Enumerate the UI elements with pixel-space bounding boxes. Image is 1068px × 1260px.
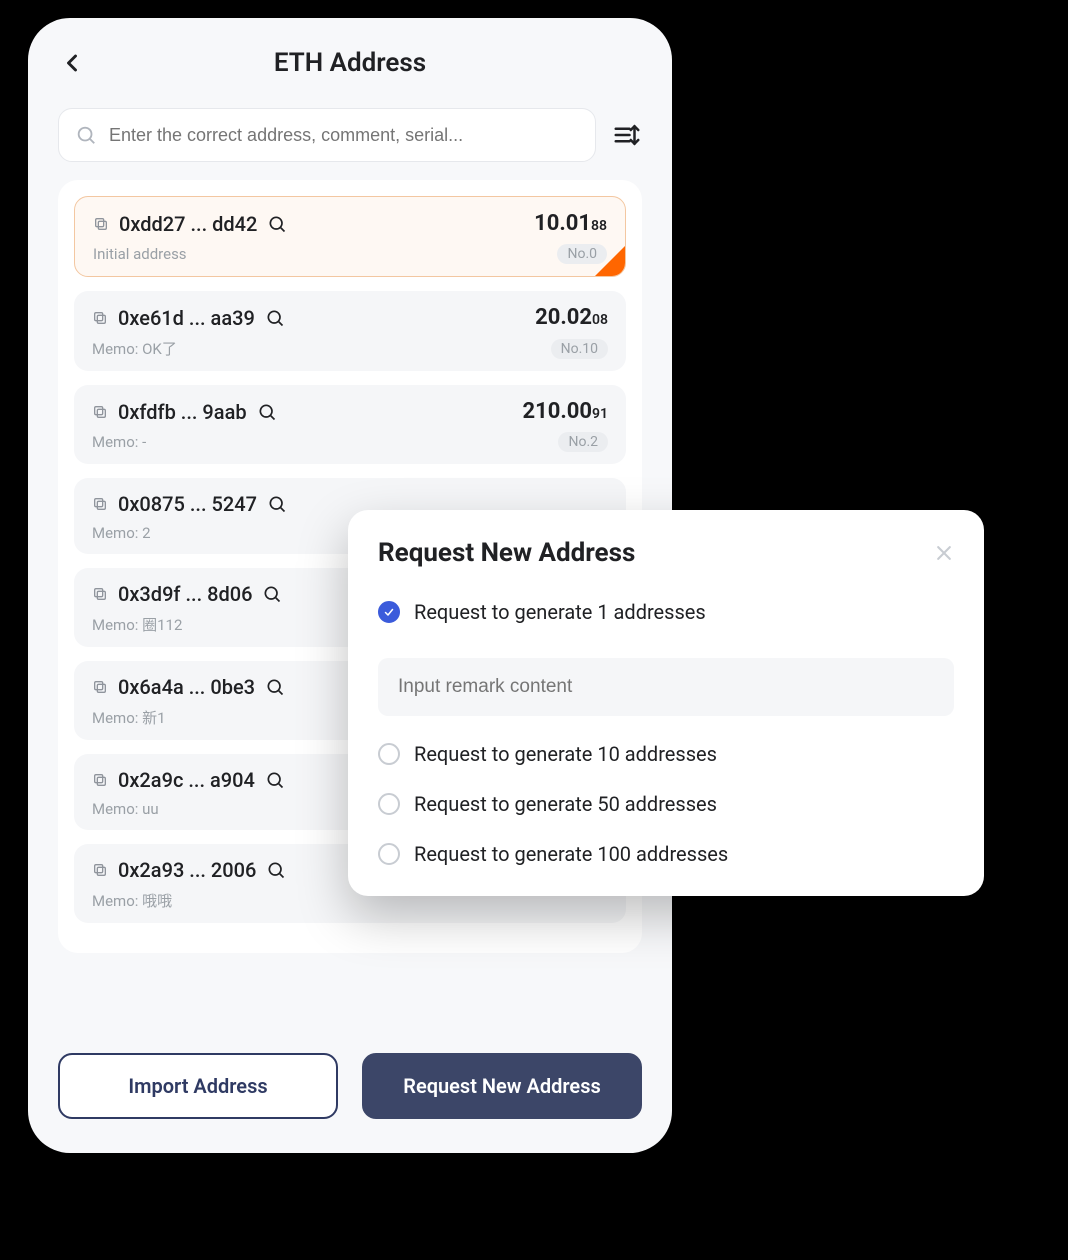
- magnifier-icon[interactable]: [267, 494, 287, 514]
- copy-icon[interactable]: [92, 310, 108, 326]
- address-text: 0x2a9c ... a904: [118, 768, 255, 792]
- memo-text: Memo: 圈112: [92, 614, 182, 635]
- modal-header: Request New Address: [378, 538, 954, 568]
- radio-option[interactable]: Request to generate 50 addresses: [378, 792, 954, 816]
- magnifier-icon[interactable]: [265, 677, 285, 697]
- copy-icon[interactable]: [92, 862, 108, 878]
- radio-option[interactable]: Request to generate 1 addresses: [378, 600, 954, 624]
- close-icon[interactable]: [934, 543, 954, 563]
- back-icon[interactable]: [58, 49, 86, 77]
- topbar: ETH Address: [28, 18, 672, 108]
- sort-icon[interactable]: [612, 120, 642, 150]
- copy-icon[interactable]: [92, 404, 108, 420]
- address-card[interactable]: 0xfdfb ... 9aab 210.0091 Memo: - No.2: [74, 385, 626, 464]
- address-text: 0x0875 ... 5247: [118, 492, 257, 516]
- radio-label: Request to generate 10 addresses: [414, 742, 717, 766]
- balance: 210.0091: [523, 399, 609, 424]
- radio-label: Request to generate 1 addresses: [414, 600, 706, 624]
- address-text: 0xdd27 ... dd42: [119, 212, 257, 236]
- memo-text: Memo: 新1: [92, 707, 166, 728]
- memo-text: Memo: 2: [92, 524, 151, 542]
- address-text: 0xe61d ... aa39: [118, 306, 255, 330]
- radio-unchecked-icon[interactable]: [378, 743, 400, 765]
- copy-icon[interactable]: [92, 772, 108, 788]
- selected-corner-icon: [595, 246, 625, 276]
- import-address-button[interactable]: Import Address: [58, 1053, 338, 1119]
- magnifier-icon[interactable]: [265, 770, 285, 790]
- page-title: ETH Address: [28, 48, 672, 78]
- address-text: 0x3d9f ... 8d06: [118, 582, 252, 606]
- balance: 10.0188: [534, 211, 607, 236]
- index-badge: No.10: [551, 339, 608, 359]
- radio-label: Request to generate 100 addresses: [414, 842, 728, 866]
- request-new-address-button[interactable]: Request New Address: [362, 1053, 642, 1119]
- magnifier-icon[interactable]: [267, 214, 287, 234]
- search-row: [28, 108, 672, 180]
- copy-icon[interactable]: [92, 679, 108, 695]
- search-input[interactable]: [109, 125, 579, 146]
- modal-title: Request New Address: [378, 538, 635, 568]
- remark-input[interactable]: [378, 658, 954, 716]
- memo-text: Memo: OK了: [92, 338, 177, 359]
- radio-unchecked-icon[interactable]: [378, 793, 400, 815]
- search-icon: [75, 124, 97, 146]
- address-text: 0x6a4a ... 0be3: [118, 675, 255, 699]
- copy-icon[interactable]: [92, 496, 108, 512]
- request-new-address-modal: Request New Address Request to generate …: [348, 510, 984, 896]
- address-text: 0x2a93 ... 2006: [118, 858, 256, 882]
- address-card[interactable]: 0xe61d ... aa39 20.0208 Memo: OK了 No.10: [74, 291, 626, 371]
- magnifier-icon[interactable]: [265, 308, 285, 328]
- radio-option[interactable]: Request to generate 100 addresses: [378, 842, 954, 866]
- memo-text: Memo: 哦哦: [92, 890, 172, 911]
- address-text: 0xfdfb ... 9aab: [118, 400, 247, 424]
- magnifier-icon[interactable]: [266, 860, 286, 880]
- copy-icon[interactable]: [93, 216, 109, 232]
- search-box[interactable]: [58, 108, 596, 162]
- memo-text: Memo: -: [92, 433, 146, 451]
- copy-icon[interactable]: [92, 586, 108, 602]
- radio-unchecked-icon[interactable]: [378, 843, 400, 865]
- address-card[interactable]: 0xdd27 ... dd42 10.0188Initial addressNo…: [74, 196, 626, 277]
- memo-text: Memo: uu: [92, 800, 159, 818]
- memo-text: Initial address: [93, 245, 187, 263]
- radio-option[interactable]: Request to generate 10 addresses: [378, 742, 954, 766]
- radio-checked-icon[interactable]: [378, 601, 400, 623]
- magnifier-icon[interactable]: [257, 402, 277, 422]
- radio-label: Request to generate 50 addresses: [414, 792, 717, 816]
- bottom-bar: Import Address Request New Address: [58, 1053, 642, 1119]
- index-badge: No.2: [558, 432, 608, 452]
- balance: 20.0208: [535, 305, 608, 330]
- magnifier-icon[interactable]: [262, 584, 282, 604]
